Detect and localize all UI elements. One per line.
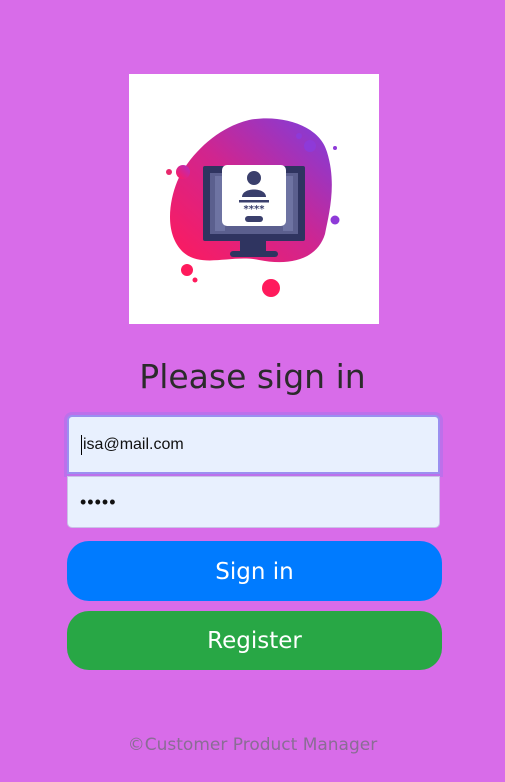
password-mask-icon-text: ****	[244, 204, 266, 215]
footer-copyright: ©Customer Product Manager	[127, 735, 378, 755]
password-field[interactable]: •••••	[67, 476, 440, 528]
email-field[interactable]: isa@mail.com	[67, 415, 440, 474]
logo: ****	[129, 74, 379, 324]
login-illustration-icon: ****	[166, 118, 340, 297]
password-field-value: •••••	[80, 492, 117, 512]
email-field-value: isa@mail.com	[83, 436, 184, 453]
sign-in-button[interactable]: Sign in	[67, 541, 442, 601]
page-title: Please sign in	[139, 357, 366, 396]
register-button[interactable]: Register	[67, 611, 442, 670]
text-cursor	[81, 434, 82, 455]
